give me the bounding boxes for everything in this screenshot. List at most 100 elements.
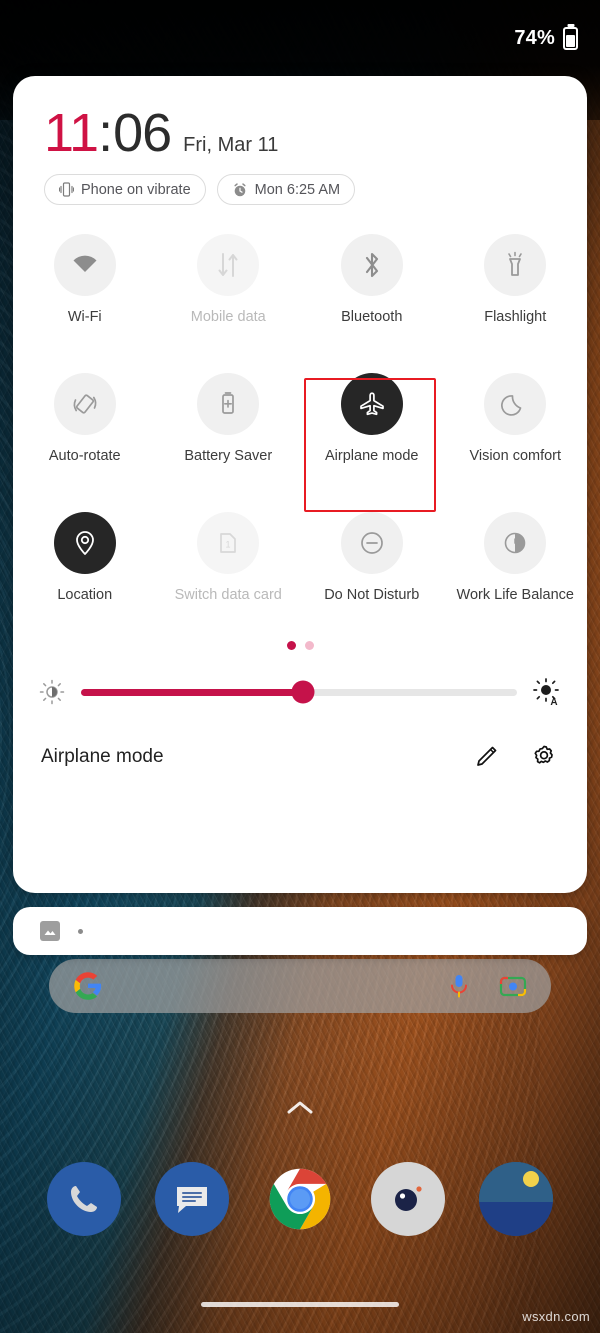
clock-hour: 11	[44, 103, 99, 163]
tile-mobile-data-circle	[197, 234, 260, 296]
brightness-slider-knob[interactable]	[291, 680, 315, 704]
dock-app-gallery[interactable]	[479, 1162, 553, 1236]
battery-saver-icon	[222, 392, 235, 414]
brightness-low-icon	[39, 679, 65, 705]
brightness-auto-icon[interactable]: A	[533, 678, 561, 706]
tile-vision-comfort-circle	[484, 373, 547, 435]
tile-work-life-balance-label: Work Life Balance	[456, 587, 574, 603]
tile-auto-rotate-label: Auto-rotate	[48, 448, 121, 464]
dock	[0, 1160, 600, 1238]
chrome-icon	[269, 1168, 331, 1230]
tile-bluetooth-circle	[340, 234, 403, 296]
tile-row-3: Location 1 Switch data card Do Not Distu…	[13, 504, 587, 603]
sim-card-icon: 1	[220, 533, 237, 553]
status-chips: Phone on vibrate Mon 6:25 AM	[13, 160, 587, 205]
tile-flashlight[interactable]: Flashlight	[444, 226, 588, 325]
svg-text:1: 1	[226, 540, 231, 550]
tile-do-not-disturb-circle	[340, 512, 403, 574]
pencil-icon[interactable]	[471, 742, 501, 772]
page-indicator	[13, 641, 587, 650]
search-bar-actions	[447, 972, 527, 1000]
tile-vision-comfort[interactable]: Vision comfort	[444, 365, 588, 464]
chip-next-alarm[interactable]: Mon 6:25 AM	[216, 174, 356, 205]
tile-wifi[interactable]: Wi-Fi	[13, 226, 157, 325]
chip-phone-on-vibrate-label: Phone on vibrate	[81, 181, 191, 198]
tile-do-not-disturb[interactable]: Do Not Disturb	[300, 504, 444, 603]
chip-phone-on-vibrate[interactable]: Phone on vibrate	[44, 174, 206, 205]
footer-status-title: Airplane mode	[41, 746, 164, 767]
alarm-clock-icon	[234, 182, 246, 196]
tile-mobile-data[interactable]: Mobile data	[157, 226, 301, 325]
dock-app-camera[interactable]	[371, 1162, 445, 1236]
tile-mobile-data-label: Mobile data	[190, 309, 266, 325]
phone-screen: 74% 11 : 06 Fri, Mar 11 Phone on vibrate	[0, 0, 600, 1333]
tile-switch-data-card-circle: 1	[197, 512, 260, 574]
tile-battery-saver-label: Battery Saver	[184, 448, 273, 464]
airplane-icon	[359, 392, 384, 416]
tile-work-life-balance[interactable]: Work Life Balance	[444, 504, 588, 603]
tile-flashlight-circle	[484, 234, 547, 296]
dock-app-messages[interactable]	[155, 1162, 229, 1236]
tile-auto-rotate-circle	[53, 373, 116, 435]
microphone-icon[interactable]	[447, 972, 471, 1000]
tile-wifi-circle	[53, 234, 116, 296]
clock-colon: :	[98, 103, 114, 163]
tile-location[interactable]: Location	[13, 504, 157, 603]
messages-icon	[177, 1187, 207, 1213]
bluetooth-icon	[365, 252, 378, 278]
wifi-icon	[73, 255, 97, 272]
battery-percent-label: 74%	[514, 26, 555, 49]
svg-text:A: A	[550, 697, 557, 706]
tile-row-1: Wi-Fi Mobile data Bluetooth Flashlight	[13, 226, 587, 325]
clock-minute: 06	[113, 103, 172, 163]
google-logo	[74, 972, 102, 1000]
status-bar: 74%	[0, 0, 600, 76]
tile-airplane-mode-label: Airplane mode	[325, 448, 419, 464]
gear-icon[interactable]	[529, 742, 559, 772]
camera-icon	[395, 1186, 422, 1211]
tile-battery-saver[interactable]: Battery Saver	[157, 365, 301, 464]
moon-icon	[501, 395, 522, 416]
tile-bluetooth-label: Bluetooth	[341, 309, 403, 325]
gesture-nav-pill[interactable]	[201, 1302, 399, 1307]
tile-location-circle	[53, 512, 116, 574]
tile-airplane-mode[interactable]: Airplane mode	[300, 365, 444, 464]
camera-lens-icon[interactable]	[499, 973, 527, 999]
tile-switch-data-card-label: Switch data card	[174, 587, 282, 603]
auto-rotate-icon	[73, 394, 97, 414]
tile-wifi-label: Wi-Fi	[67, 309, 102, 325]
brightness-slider[interactable]	[81, 680, 517, 704]
footer-actions	[471, 742, 559, 772]
work-life-balance-icon	[504, 532, 526, 554]
notification-card[interactable]	[13, 907, 587, 955]
mobile-data-icon	[218, 253, 238, 277]
tile-airplane-mode-circle	[340, 373, 403, 435]
google-search-bar[interactable]	[49, 959, 551, 1013]
brightness-slider-fill	[81, 688, 304, 696]
dock-app-chrome[interactable]	[263, 1162, 337, 1236]
watermark: wsxdn.com	[522, 1309, 590, 1324]
phone-icon	[71, 1186, 97, 1212]
dock-app-phone[interactable]	[47, 1162, 121, 1236]
gallery-icon	[479, 1162, 553, 1236]
location-pin-icon	[75, 531, 94, 555]
notification-separator-dot	[78, 928, 83, 934]
tile-flashlight-label: Flashlight	[484, 309, 547, 325]
chevron-up-icon[interactable]	[285, 1099, 315, 1117]
tile-switch-data-card[interactable]: 1 Switch data card	[157, 504, 301, 603]
battery-icon	[563, 26, 578, 50]
flashlight-icon	[508, 251, 523, 276]
tile-bluetooth[interactable]: Bluetooth	[300, 226, 444, 325]
page-dot-active[interactable]	[286, 641, 296, 650]
tile-row-2: Auto-rotate Battery Saver Airplane mode …	[13, 365, 587, 464]
page-dot-inactive[interactable]	[304, 641, 314, 650]
vibrate-icon	[59, 182, 74, 197]
quick-settings-footer: Airplane mode	[13, 742, 587, 772]
tile-location-label: Location	[57, 587, 113, 603]
chip-next-alarm-label: Mon 6:25 AM	[254, 181, 341, 198]
quick-settings-tiles: Wi-Fi Mobile data Bluetooth Flashlight A…	[13, 205, 587, 603]
tile-auto-rotate[interactable]: Auto-rotate	[13, 365, 157, 464]
do-not-disturb-icon	[360, 532, 383, 554]
tile-vision-comfort-label: Vision comfort	[469, 448, 562, 464]
clock-date: Fri, Mar 11	[183, 134, 279, 156]
